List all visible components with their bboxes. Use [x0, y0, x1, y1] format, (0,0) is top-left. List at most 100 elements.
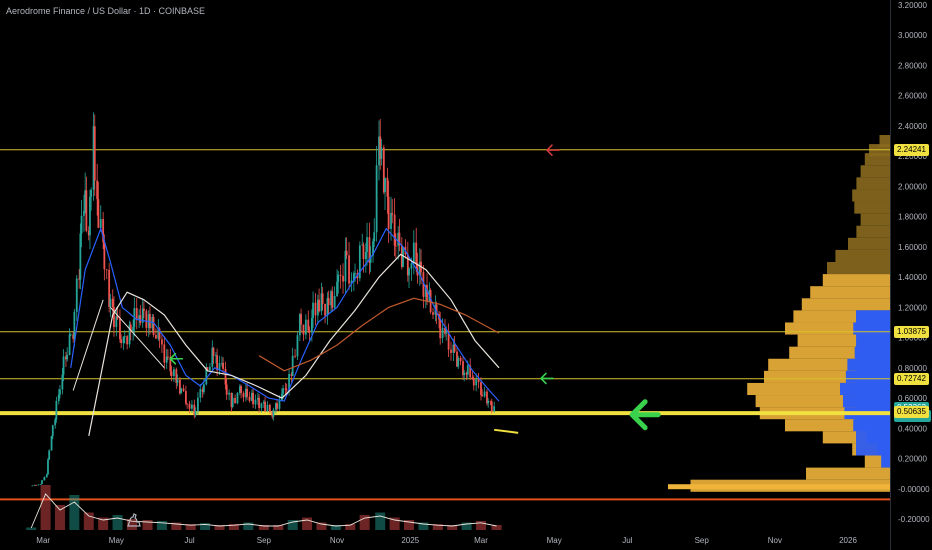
candle-body — [453, 344, 456, 352]
candle-body — [302, 324, 305, 335]
left-arrow-annotation — [629, 399, 661, 431]
candle-body — [336, 281, 338, 296]
candle-body — [314, 302, 317, 316]
x-tick-label: 2026 — [839, 536, 857, 545]
candle-body — [167, 356, 169, 358]
y-tick-label: 1.20000 — [898, 303, 927, 312]
candle-body — [120, 339, 123, 344]
candle-body — [246, 388, 248, 397]
candle-body — [386, 177, 389, 197]
candle-body — [278, 400, 281, 409]
level-price-label: 0.72742 — [894, 372, 929, 385]
y-tick-label: 0.40000 — [898, 424, 927, 433]
candle-body — [96, 180, 99, 200]
projection-segment — [494, 428, 519, 434]
candle-body — [252, 392, 254, 405]
candle-body — [296, 335, 299, 357]
y-tick-label: 3.00000 — [898, 31, 927, 40]
candle-body — [143, 308, 145, 311]
candle-body — [62, 356, 65, 375]
candle-body — [180, 388, 183, 394]
candle-body — [170, 371, 173, 376]
volume-profile-bar — [668, 484, 890, 490]
candle-body — [254, 399, 257, 405]
candle-body — [203, 384, 205, 393]
candle-body — [165, 356, 168, 363]
candle-body — [51, 425, 54, 437]
volume-profile-bar — [810, 286, 890, 299]
candle-body — [122, 336, 125, 344]
volume-bar — [40, 485, 51, 530]
x-tick-label: Mar — [474, 536, 488, 545]
candle-body — [73, 311, 76, 339]
candle-body — [161, 339, 163, 345]
candle-body — [225, 384, 228, 395]
candle-body — [99, 218, 102, 228]
x-tick-label: May — [109, 536, 124, 545]
candle-body — [324, 303, 326, 316]
candle-body — [291, 355, 294, 377]
candle-body — [145, 310, 148, 328]
candle-body — [37, 484, 40, 486]
moving-average-mid-line — [88, 253, 500, 437]
x-tick-label: Jul — [622, 536, 632, 545]
volume-bar — [83, 512, 94, 530]
price-chart[interactable]: 3.200003.000002.800002.600002.400002.200… — [0, 0, 932, 550]
x-tick-label: May — [547, 536, 562, 545]
candle-body — [103, 242, 106, 270]
candle-body — [191, 404, 193, 409]
y-tick-label: 1.60000 — [898, 243, 927, 252]
candle-body — [163, 344, 166, 363]
candle-body — [318, 299, 320, 312]
candle-body — [304, 319, 307, 335]
candle-body — [366, 237, 368, 253]
candle-body — [57, 394, 60, 402]
candle-body — [471, 377, 474, 379]
candle-body — [312, 302, 314, 319]
candle-body — [85, 190, 88, 231]
x-tick-label: Nov — [330, 536, 344, 545]
candle-body — [194, 411, 197, 415]
candle-body — [307, 319, 310, 331]
candle-body — [384, 177, 386, 193]
candle-body — [439, 319, 442, 339]
candle-body — [231, 398, 234, 407]
candle-body — [466, 365, 469, 375]
x-tick-label: Jul — [184, 536, 194, 545]
candle-body — [310, 318, 313, 333]
volume-profile-bar — [881, 455, 890, 468]
candle-body — [66, 354, 69, 360]
candle-body — [285, 389, 288, 391]
level-price-label: 2.24241 — [894, 143, 929, 156]
candle-body — [188, 403, 191, 409]
candle-body — [55, 401, 58, 420]
candle-body — [284, 388, 287, 390]
candle-body — [155, 334, 157, 339]
candle-body — [79, 233, 82, 280]
candle-body — [264, 401, 266, 412]
candle-body — [272, 409, 275, 417]
volume-profile-bar — [801, 298, 890, 311]
y-tick-label: 2.60000 — [898, 92, 927, 101]
candle-body — [375, 165, 378, 233]
candle-body — [487, 400, 490, 404]
volume-profile-bar — [835, 249, 890, 262]
candle-body — [477, 379, 480, 383]
candle-body — [199, 389, 202, 398]
y-tick-label: 1.80000 — [898, 213, 927, 222]
candle-body — [432, 312, 434, 315]
y-tick-label: 0.80000 — [898, 364, 927, 373]
candle-body — [111, 298, 114, 308]
candle-body — [459, 357, 462, 362]
volume-bar — [54, 505, 65, 530]
price-axis-separator — [890, 0, 891, 550]
x-tick-label: Mar — [36, 536, 50, 545]
candle-body — [300, 314, 302, 325]
candle-body — [481, 394, 484, 397]
candle-body — [75, 278, 78, 312]
candle-body — [260, 403, 263, 408]
x-tick-label: 2025 — [401, 536, 419, 545]
volume-profile-bar — [806, 467, 890, 480]
candle-body — [35, 484, 37, 486]
candle-body — [266, 404, 269, 412]
